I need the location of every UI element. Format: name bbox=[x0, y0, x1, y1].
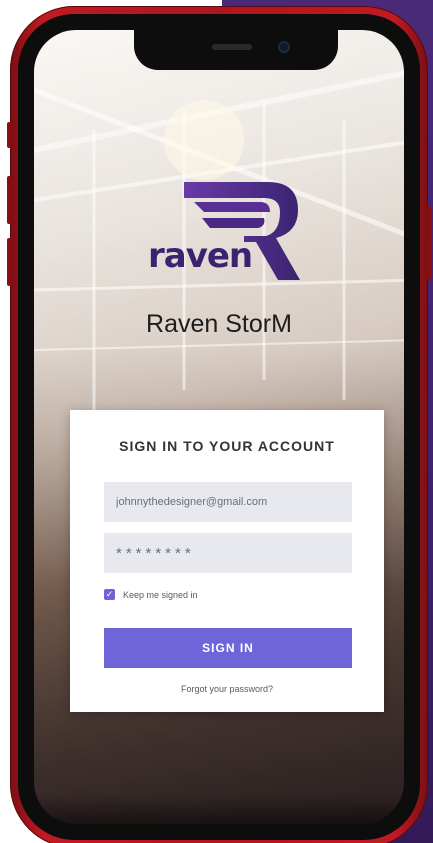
phone-bezel: raven Raven StorM SIGN IN TO YOUR ACCOUN… bbox=[18, 14, 420, 840]
logo-wordmark: raven bbox=[148, 236, 253, 276]
mockup-stage: raven Raven StorM SIGN IN TO YOUR ACCOUN… bbox=[0, 0, 433, 843]
phone-side-button bbox=[7, 122, 11, 148]
camera-icon bbox=[278, 41, 290, 53]
login-card: SIGN IN TO YOUR ACCOUNT ✓ Keep me signed… bbox=[70, 410, 384, 712]
speaker-grille bbox=[212, 44, 252, 50]
app-name: Raven StorM bbox=[146, 310, 292, 338]
sign-in-button[interactable]: SIGN IN bbox=[104, 628, 352, 668]
phone-power-button bbox=[427, 206, 431, 280]
phone-volume-down-button bbox=[7, 238, 11, 286]
keep-signed-in-checkbox[interactable]: ✓ bbox=[104, 589, 115, 600]
phone-frame: raven Raven StorM SIGN IN TO YOUR ACCOUN… bbox=[7, 6, 431, 843]
phone-screen: raven Raven StorM SIGN IN TO YOUR ACCOUN… bbox=[34, 30, 404, 824]
password-field[interactable] bbox=[104, 533, 352, 573]
email-field[interactable] bbox=[104, 482, 352, 522]
raven-logo: raven bbox=[148, 180, 308, 290]
forgot-password-link[interactable]: Forgot your password? bbox=[70, 684, 384, 694]
screen-bottom-shade bbox=[34, 794, 404, 824]
keep-signed-in[interactable]: ✓ Keep me signed in bbox=[104, 589, 198, 600]
phone-volume-up-button bbox=[7, 176, 11, 224]
check-icon: ✓ bbox=[105, 589, 114, 599]
keep-signed-in-label: Keep me signed in bbox=[123, 589, 198, 600]
login-title: SIGN IN TO YOUR ACCOUNT bbox=[119, 438, 335, 454]
phone-notch bbox=[134, 30, 338, 70]
